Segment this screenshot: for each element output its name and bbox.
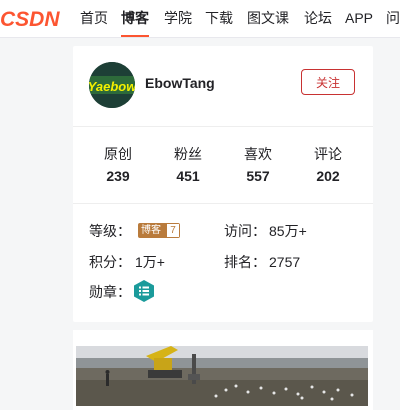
level-badge-text: 博客 bbox=[141, 225, 161, 236]
level-badge-number: 7 bbox=[167, 224, 179, 237]
top-nav: CSDN 首页 博客 学院 下载 图文课 论坛 APP 问 bbox=[0, 0, 400, 38]
stat-label: 粉丝 bbox=[174, 146, 202, 162]
avatar-text: Yaebow bbox=[89, 79, 135, 94]
stat-likes[interactable]: 喜欢 557 bbox=[228, 146, 288, 184]
nav-ask[interactable]: 问 bbox=[386, 9, 400, 27]
nav-college[interactable]: 学院 bbox=[164, 9, 192, 27]
username[interactable]: EbowTang bbox=[145, 75, 215, 91]
profile-card: Yaebow EbowTang 关注 原创 239 粉丝 451 喜欢 557 … bbox=[73, 46, 373, 322]
nav-home[interactable]: 首页 bbox=[80, 9, 108, 27]
active-tab-indicator bbox=[121, 35, 149, 37]
stat-original[interactable]: 原创 239 bbox=[88, 146, 148, 184]
avatar[interactable]: Yaebow bbox=[89, 62, 135, 108]
nav-blog[interactable]: 博客 bbox=[121, 9, 149, 27]
stat-fans[interactable]: 粉丝 451 bbox=[158, 146, 218, 184]
level-label: 等级： bbox=[89, 223, 131, 239]
rank-label: 排名： bbox=[224, 254, 266, 270]
nav-course[interactable]: 图文课 bbox=[247, 9, 289, 27]
divider bbox=[73, 203, 373, 204]
stat-label: 原创 bbox=[104, 146, 132, 162]
article-card[interactable] bbox=[73, 330, 373, 410]
points-label: 积分： bbox=[89, 254, 131, 270]
stat-value: 202 bbox=[316, 168, 340, 184]
follow-button[interactable]: 关注 bbox=[301, 69, 355, 95]
stat-label: 评论 bbox=[314, 146, 342, 162]
points-value: 1万+ bbox=[135, 254, 165, 270]
medals-label: 勋章： bbox=[89, 284, 131, 300]
divider bbox=[73, 126, 373, 127]
level-badge[interactable]: 博客 7 bbox=[138, 223, 180, 238]
article-photo bbox=[76, 346, 368, 406]
nav-download[interactable]: 下载 bbox=[205, 9, 233, 27]
stat-comments[interactable]: 评论 202 bbox=[298, 146, 358, 184]
stat-value: 451 bbox=[176, 168, 200, 184]
csdn-logo[interactable]: CSDN bbox=[0, 7, 70, 31]
visits-value: 85万+ bbox=[269, 223, 307, 239]
stat-value: 557 bbox=[246, 168, 270, 184]
rank-value: 2757 bbox=[269, 254, 301, 270]
logo-text: CSDN bbox=[0, 8, 60, 31]
stat-value: 239 bbox=[106, 168, 130, 184]
visits-label: 访问： bbox=[224, 223, 266, 239]
nav-app[interactable]: APP bbox=[345, 9, 373, 27]
nav-forum[interactable]: 论坛 bbox=[304, 9, 332, 27]
avatar-image: Yaebow bbox=[89, 62, 135, 108]
stat-label: 喜欢 bbox=[244, 146, 272, 162]
medal-icon[interactable] bbox=[133, 279, 155, 303]
